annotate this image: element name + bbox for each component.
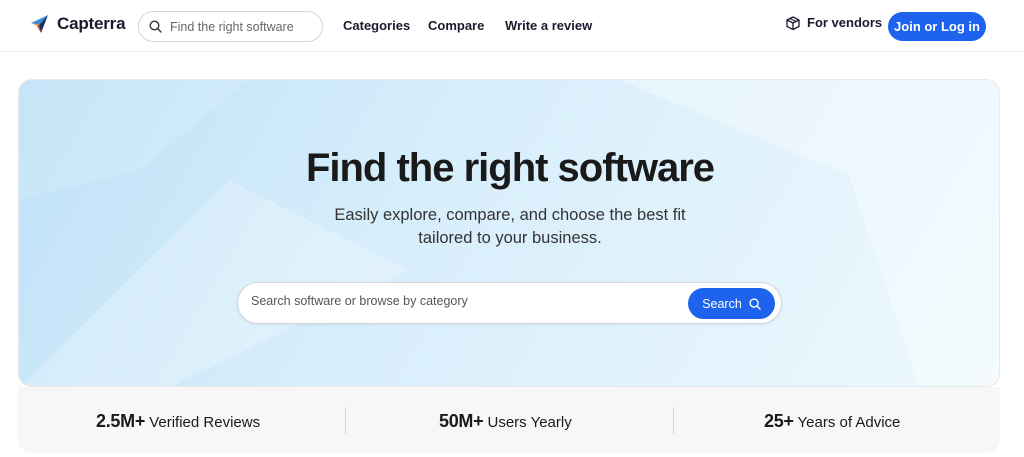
stat-value: 50M+ [439,411,484,431]
stat-value: 25+ [764,411,794,431]
stat-divider [345,407,346,434]
stat-label: Verified Reviews [149,414,261,431]
hero-subtitle-line-1: Easily explore, compare, and choose the … [334,206,686,224]
stat-label: Users Yearly [487,414,572,431]
search-icon [149,20,162,33]
hero-title: Find the right software [305,146,715,190]
stat-value: 2.5M+ [96,411,146,431]
stat-label: Years of Advice [797,414,901,431]
hero-subtitle: Easily explore, compare, and choose the … [19,204,999,250]
hero-search-input[interactable] [251,294,671,308]
for-vendors-label: For vendors [807,15,883,30]
stat-years: 25+ Years of Advice [764,411,900,432]
stat-reviews: 2.5M+ Verified Reviews [96,411,260,432]
nav-categories[interactable]: Categories [343,18,410,33]
header-search-input[interactable] [170,19,310,34]
stat-users: 50M+ Users Yearly [439,411,572,432]
hero-search-button-label: Search [702,296,742,311]
search-icon [749,297,761,310]
site-header: Capterra Categories Compare Write a revi… [0,0,1024,52]
for-vendors-link[interactable]: For vendors [786,15,882,30]
nav-compare[interactable]: Compare [428,18,484,33]
header-search-box[interactable] [138,11,323,42]
hero-search-box[interactable]: Search [237,282,782,324]
stat-divider [673,407,674,434]
hero-subtitle-line-2: tailored to your business. [418,229,602,247]
hero-search-button[interactable]: Search [688,288,775,319]
stats-bar: 2.5M+ Verified Reviews 50M+ Users Yearly… [18,387,1000,453]
join-login-button[interactable]: Join or Log in [888,12,986,41]
nav-write-review[interactable]: Write a review [505,18,592,33]
capterra-logo-icon [31,15,48,33]
logo-text: Capterra [57,14,126,33]
hero-section: Find the right software Easily explore, … [18,79,1000,387]
box-icon [786,15,800,30]
logo[interactable]: Capterra [31,14,126,34]
